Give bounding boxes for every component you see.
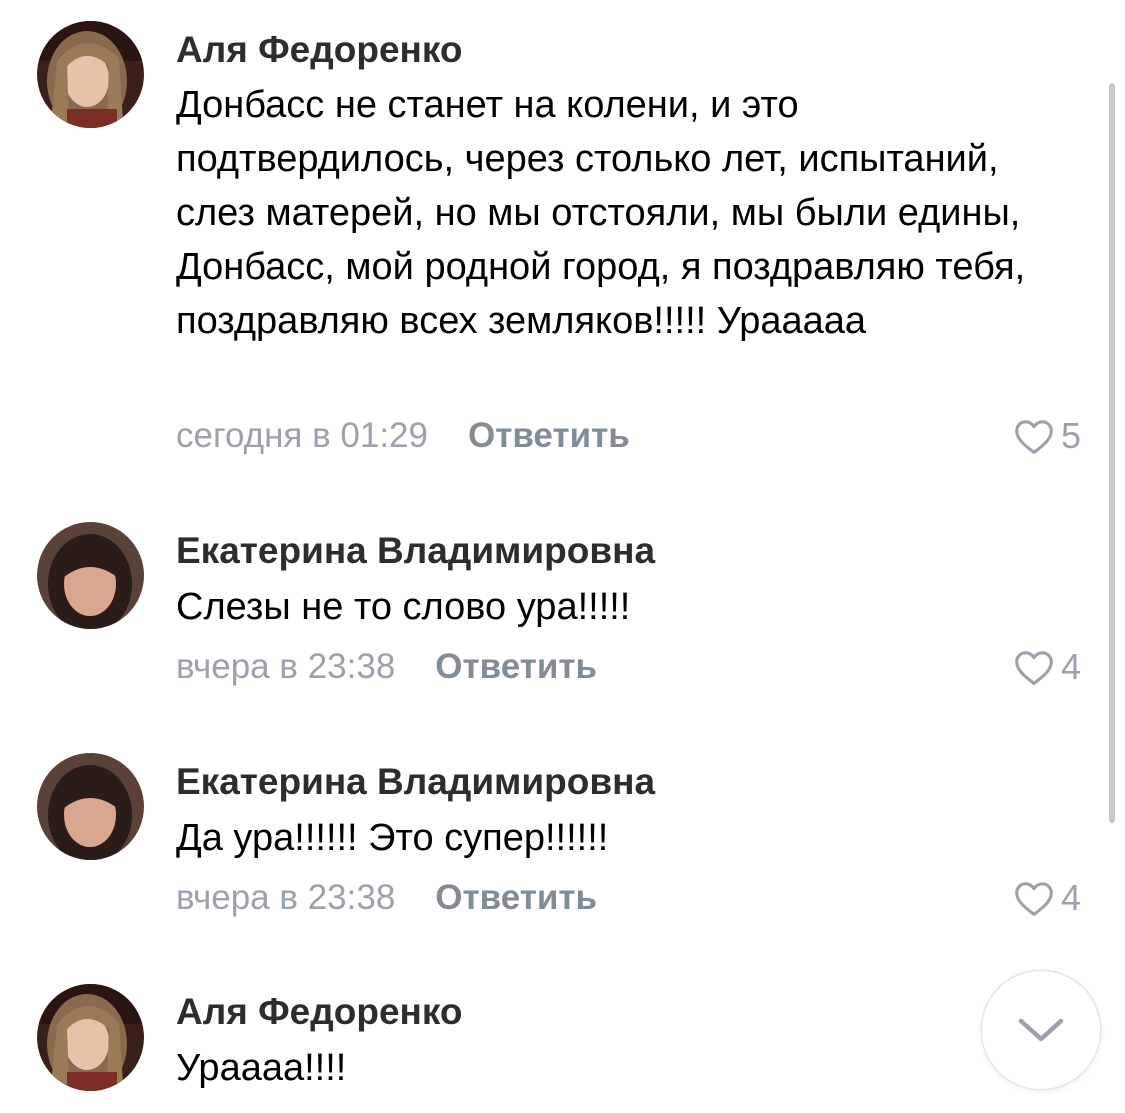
comment-author[interactable]: Екатерина Владимировна [176, 529, 655, 573]
avatar[interactable] [37, 753, 144, 860]
comment-author[interactable]: Аля Федоренко [176, 990, 463, 1034]
comment-time: сегодня в 01:29 [176, 416, 428, 455]
scrollbar[interactable] [1109, 83, 1115, 823]
scroll-down-button[interactable] [982, 971, 1100, 1089]
comment-author[interactable]: Аля Федоренко [176, 28, 463, 72]
reply-button[interactable]: Ответить [435, 647, 597, 686]
comment-time: вчера в 23:38 [176, 878, 396, 917]
like-button[interactable]: 4 [1013, 876, 1081, 920]
heart-outline-icon [1015, 651, 1053, 685]
comment-time: вчера в 23:38 [176, 647, 396, 686]
heart-outline-icon [1015, 420, 1053, 454]
comments-screen: Аля Федоренко Донбасс не станет на колен… [0, 0, 1125, 1113]
avatar[interactable] [37, 21, 144, 128]
comment-text: Урааaa!!!! [176, 1047, 347, 1089]
like-count: 4 [1060, 646, 1081, 687]
comment-meta: вчера в 23:38 Ответить [176, 876, 597, 920]
comment-text: Да ура!!!!!! Это супер!!!!!! [176, 817, 609, 859]
reply-button[interactable]: Ответить [468, 416, 630, 455]
comment-meta: сегодня в 01:29 Ответить [176, 414, 630, 458]
like-count: 5 [1060, 415, 1081, 456]
chevron-down-icon [1018, 1018, 1064, 1042]
heart-outline-icon [1015, 882, 1053, 916]
avatar[interactable] [37, 984, 144, 1091]
avatar[interactable] [37, 522, 144, 629]
comment-author[interactable]: Екатерина Владимировна [176, 760, 655, 804]
like-button[interactable]: 5 [1013, 414, 1081, 458]
comment-text: Слезы не то слово ура!!!!! [176, 586, 631, 628]
reply-button[interactable]: Ответить [435, 878, 597, 917]
comment-text: Донбасс не станет на колени, и это подтв… [176, 84, 1026, 342]
like-count: 4 [1060, 877, 1081, 918]
comment-meta: вчера в 23:38 Ответить [176, 645, 597, 689]
like-button[interactable]: 4 [1013, 645, 1081, 689]
